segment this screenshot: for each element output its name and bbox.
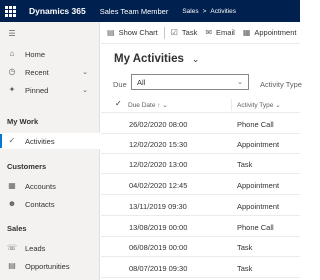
- chevron-down-icon: ⌄: [191, 53, 200, 64]
- activity-type-cell: Appointment: [237, 181, 280, 190]
- show-chart-button[interactable]: ▤ Show Chart: [107, 28, 158, 37]
- activity-type-filter-label: Activity Type: [260, 80, 302, 89]
- activity-type-cell: Phone Call: [237, 120, 274, 129]
- table-row[interactable]: 06/08/2019 00:00 Task: [101, 237, 300, 257]
- due-filter-label: Due: [113, 80, 127, 89]
- table-row[interactable]: 13/08/2019 00:00 Phone Call: [101, 217, 300, 237]
- grid-header: Due Date ↑ ⌄ Activity Type ⌄: [101, 97, 300, 113]
- group-title-sales: Sales: [7, 224, 27, 233]
- sidebar-item-label: Contacts: [25, 199, 55, 209]
- sidebar-item-home[interactable]: ⌂ Home: [0, 46, 100, 62]
- sidebar-item-opportunities[interactable]: ▤ Opportunities: [0, 258, 100, 274]
- home-icon: ⌂: [9, 49, 15, 58]
- activity-type-cell: Task: [237, 243, 253, 252]
- activity-type-cell: Task: [237, 264, 253, 273]
- select-all-checkmark-icon[interactable]: ✓: [115, 99, 122, 108]
- breadcrumb-separator-icon: >: [202, 7, 207, 15]
- chevron-down-icon: ⌄: [82, 87, 88, 94]
- due-date-cell: 12/02/2020 13:00: [129, 160, 188, 169]
- breadcrumb-sales[interactable]: Sales: [182, 8, 198, 15]
- new-appointment-button[interactable]: ▦ Appointment: [243, 28, 297, 37]
- sidebar: ☰ ⌂ Home ◷ Recent ⌄ ✦ Pinned ⌄ My Work ✓…: [0, 22, 100, 280]
- sidebar-item-label: Pinned: [25, 85, 49, 95]
- due-filter-value: All: [137, 77, 146, 87]
- due-date-cell: 08/07/2019 09:30: [129, 264, 188, 273]
- calendar-icon: ▦: [242, 27, 251, 37]
- sidebar-item-label: Home: [25, 49, 46, 59]
- table-row[interactable]: 13/11/2019 09:30 Appointment: [101, 196, 300, 216]
- breadcrumb-activities[interactable]: Activities: [210, 8, 236, 15]
- activity-type-cell: Task: [237, 160, 253, 169]
- sidebar-item-label: Leads: [25, 243, 46, 253]
- task-label: Task: [181, 28, 198, 37]
- column-divider: [231, 99, 232, 111]
- chevron-down-icon: ⌄: [275, 102, 281, 109]
- person-icon: ☻: [7, 199, 17, 208]
- checkmark-icon: ✓: [8, 136, 16, 145]
- hamburger-icon: ☰: [8, 29, 16, 38]
- sidebar-item-label: Activities: [25, 136, 55, 146]
- command-bar: ▤ Show Chart ☑ Task ✉ Email ▦ Appointmen…: [101, 22, 300, 44]
- table-row[interactable]: 12/02/2020 13:00 Task: [101, 154, 300, 174]
- table-row[interactable]: 26/02/2020 08:00 Phone Call: [101, 114, 300, 134]
- due-date-cell: 13/11/2019 09:30: [129, 202, 187, 211]
- page-title: My Activities: [114, 53, 184, 65]
- sort-arrow-icon: ↑: [157, 102, 161, 109]
- sidebar-item-activities[interactable]: ✓ Activities: [0, 133, 100, 149]
- sidebar-item-leads[interactable]: ☏ Leads: [0, 240, 100, 256]
- app-name[interactable]: Dynamics 365: [29, 6, 86, 16]
- email-label: Email: [216, 28, 235, 37]
- activity-type-cell: Appointment: [237, 202, 280, 211]
- sidebar-item-label: Accounts: [25, 181, 56, 191]
- building-icon: ▦: [8, 181, 16, 190]
- due-date-cell: 04/02/2020 12:45: [129, 181, 188, 190]
- activity-type-cell: Appointment: [237, 140, 280, 149]
- column-header-due-date[interactable]: Due Date ↑ ⌄: [128, 101, 168, 109]
- chart-icon: ▤: [107, 27, 115, 37]
- top-bar: Dynamics 365 Sales Team Member Sales > Act…: [0, 0, 300, 22]
- table-row[interactable]: 04/02/2020 12:45 Appointment: [101, 175, 300, 195]
- chevron-down-icon: ⌄: [82, 69, 88, 76]
- show-chart-label: Show Chart: [118, 28, 158, 37]
- pin-icon: ✦: [8, 85, 16, 94]
- table-row[interactable]: 12/02/2020 15:30 Appointment: [101, 134, 300, 154]
- document-icon: ▤: [8, 261, 16, 270]
- sidebar-item-label: Recent: [25, 67, 49, 77]
- breadcrumb: Sales > Activities: [182, 8, 236, 15]
- new-task-button[interactable]: ☑ Task: [171, 28, 198, 37]
- chevron-down-icon: ⌄: [237, 79, 243, 86]
- group-title-my-work: My Work: [7, 117, 39, 126]
- sidebar-item-accounts[interactable]: ▦ Accounts: [0, 178, 100, 194]
- due-date-cell: 13/08/2019 00:00: [129, 223, 188, 232]
- app-area-name[interactable]: Sales Team Member: [100, 7, 169, 16]
- activity-type-cell: Phone Call: [237, 223, 274, 232]
- table-row[interactable]: 08/07/2019 09:30 Task: [101, 258, 300, 278]
- sidebar-item-recent[interactable]: ◷ Recent ⌄: [0, 64, 100, 80]
- new-email-button[interactable]: ✉ Email: [205, 28, 234, 37]
- column-header-label: Due Date: [128, 102, 156, 109]
- due-date-cell: 26/02/2020 08:00: [129, 120, 188, 129]
- due-filter-select[interactable]: All ⌄: [131, 74, 249, 90]
- app-launcher-icon[interactable]: [5, 5, 19, 17]
- view-selector[interactable]: My Activities ⌄: [114, 53, 199, 65]
- chevron-down-icon: ⌄: [162, 102, 168, 109]
- hamburger-menu-button[interactable]: ☰: [0, 26, 100, 42]
- clock-icon: ◷: [8, 67, 16, 76]
- command-separator: [163, 26, 165, 39]
- phone-icon: ☏: [7, 243, 18, 252]
- column-header-label: Activity Type: [237, 102, 274, 109]
- sidebar-item-pinned[interactable]: ✦ Pinned ⌄: [0, 82, 100, 98]
- appointment-label: Appointment: [254, 28, 297, 37]
- sidebar-item-contacts[interactable]: ☻ Contacts: [0, 196, 100, 212]
- due-date-cell: 12/02/2020 15:30: [129, 140, 188, 149]
- email-icon: ✉: [205, 27, 213, 37]
- sidebar-item-label: Opportunities: [25, 261, 70, 271]
- column-header-activity-type[interactable]: Activity Type ⌄: [237, 101, 281, 109]
- due-date-cell: 06/08/2019 00:00: [129, 243, 188, 252]
- task-icon: ☑: [170, 27, 178, 37]
- group-title-customers: Customers: [7, 162, 47, 171]
